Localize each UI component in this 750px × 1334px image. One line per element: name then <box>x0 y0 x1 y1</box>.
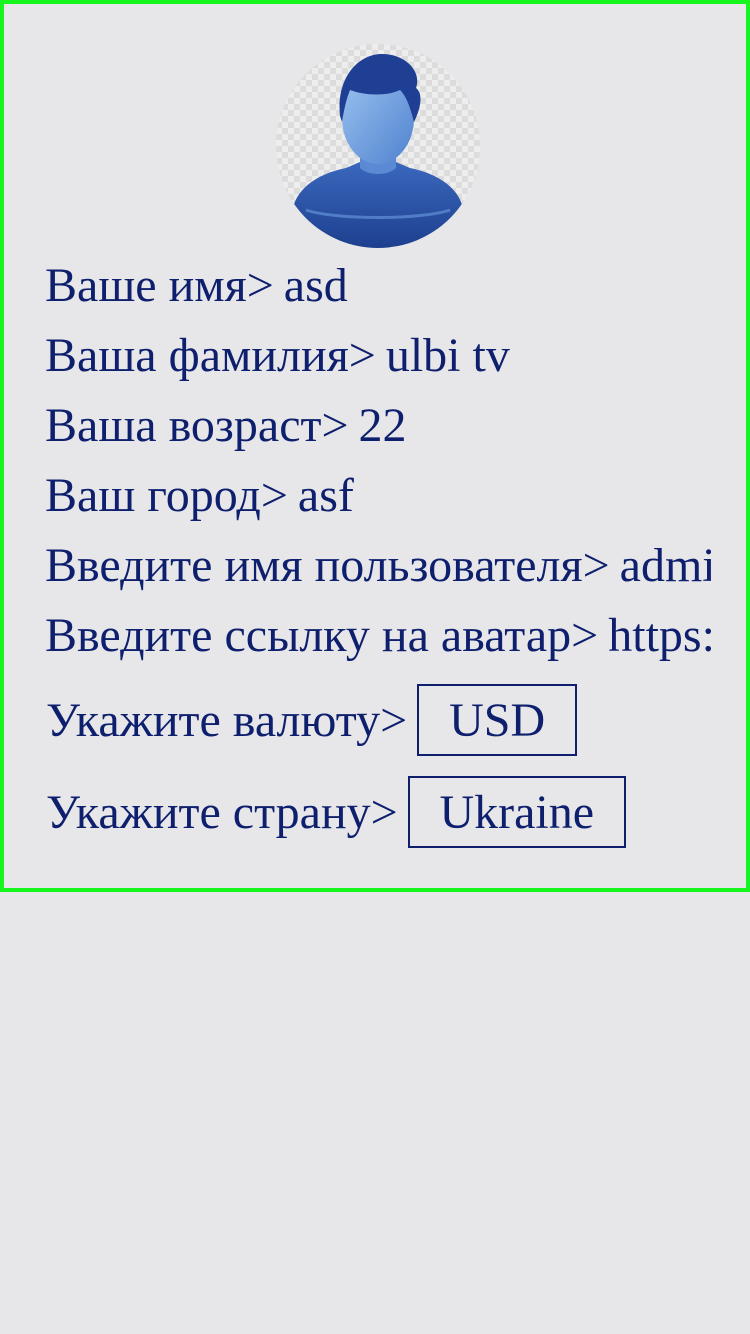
first-name-input[interactable] <box>283 256 711 316</box>
age-label: Ваша возраст> <box>45 399 349 452</box>
currency-row: Укажите валюту> USD <box>46 681 578 759</box>
avatar-url-label: Введите ссылку на аватар> <box>45 609 599 662</box>
currency-select[interactable]: USD <box>417 684 578 756</box>
avatar-url-input[interactable] <box>608 606 711 666</box>
last-name-input[interactable] <box>385 326 711 386</box>
user-silhouette-icon <box>290 54 466 248</box>
currency-label: Укажите валюту> <box>46 693 408 747</box>
first-name-label: Ваше имя> <box>45 259 274 312</box>
profile-card: Ваше имя> Ваша фамилия> Ваша возраст> Ва… <box>0 0 750 892</box>
country-select[interactable]: Ukraine <box>407 776 626 848</box>
age-row: Ваша возраст> <box>45 396 711 456</box>
username-label: Введите имя пользователя> <box>45 539 610 592</box>
first-name-row: Ваше имя> <box>45 256 711 316</box>
city-row: Ваш город> <box>45 466 711 526</box>
avatar-url-row: Введите ссылку на аватар> <box>45 606 711 666</box>
city-label: Ваш город> <box>45 469 288 522</box>
country-label: Укажите страну> <box>46 785 398 839</box>
city-input[interactable] <box>297 466 711 526</box>
username-row: Введите имя пользователя> <box>45 536 711 596</box>
age-input[interactable] <box>358 396 711 456</box>
avatar <box>276 44 480 248</box>
username-input[interactable] <box>619 536 711 596</box>
last-name-row: Ваша фамилия> <box>45 326 711 386</box>
country-row: Укажите страну> Ukraine <box>46 773 626 851</box>
last-name-label: Ваша фамилия> <box>45 329 376 382</box>
